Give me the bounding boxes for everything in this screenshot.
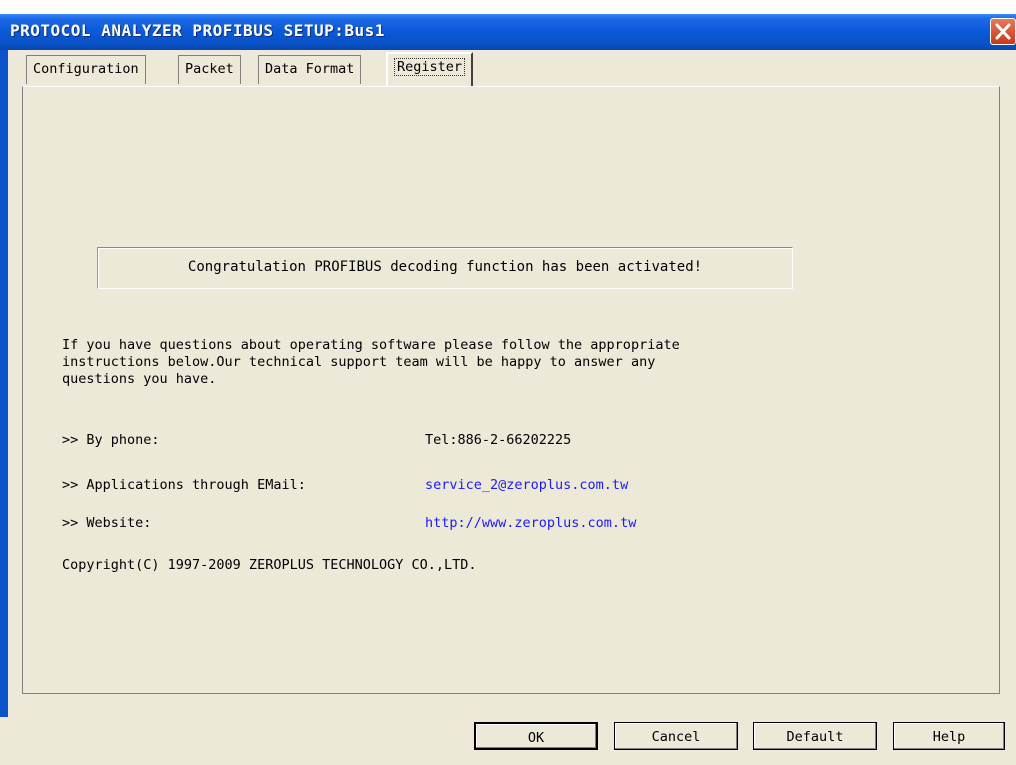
tab-label: Register xyxy=(394,58,466,76)
intro-line: instructions below.Our technical support… xyxy=(62,354,656,370)
email-link[interactable]: service_2@zeroplus.com.tw xyxy=(425,477,628,493)
window-title: PROTOCOL ANALYZER PROFIBUS SETUP:Bus1 xyxy=(10,21,385,40)
website-link[interactable]: http://www.zeroplus.com.tw xyxy=(425,515,636,531)
intro-line: questions you have. xyxy=(62,371,217,387)
copyright-text: Copyright(C) 1997-2009 ZEROPLUS TECHNOLO… xyxy=(62,557,477,573)
window-frame-left xyxy=(0,50,8,765)
phone-value: Tel:886-2-66202225 xyxy=(425,432,572,448)
tab-register[interactable]: Register xyxy=(386,52,474,87)
email-label: >> Applications through EMail: xyxy=(62,477,306,493)
tab-label: Packet xyxy=(185,61,234,77)
activation-notice-text: Congratulation PROFIBUS decoding functio… xyxy=(187,259,703,275)
website-label: >> Website: xyxy=(62,515,152,531)
activation-notice-box: Congratulation PROFIBUS decoding functio… xyxy=(97,247,793,289)
title-bar[interactable]: PROTOCOL ANALYZER PROFIBUS SETUP:Bus1 xyxy=(0,14,1016,50)
intro-line: If you have questions about operating so… xyxy=(62,337,680,353)
tab-label: Data Format xyxy=(265,61,355,77)
close-button[interactable] xyxy=(990,18,1016,45)
support-intro: If you have questions about operating so… xyxy=(62,337,680,388)
tab-panel xyxy=(22,86,1000,694)
tab-configuration[interactable]: Configuration xyxy=(26,55,146,84)
default-button[interactable]: Default xyxy=(753,722,877,750)
cancel-button[interactable]: Cancel xyxy=(614,722,738,750)
tab-data-format[interactable]: Data Format xyxy=(258,55,362,84)
ok-button[interactable]: OK xyxy=(474,722,598,750)
phone-label: >> By phone: xyxy=(62,432,160,448)
tab-packet[interactable]: Packet xyxy=(178,55,241,84)
close-icon xyxy=(995,23,1011,40)
tab-label: Configuration xyxy=(33,61,139,77)
help-button[interactable]: Help xyxy=(893,722,1005,750)
